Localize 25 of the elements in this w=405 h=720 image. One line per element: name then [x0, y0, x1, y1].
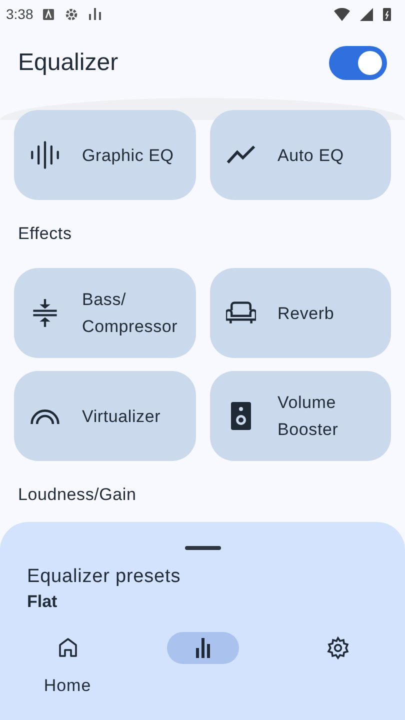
page-title: Equalizer: [18, 49, 118, 77]
section-title: Effects: [18, 224, 72, 244]
speaker-icon: [230, 402, 250, 430]
compress-icon: [30, 298, 60, 328]
effect-tile[interactable]: Reverb: [210, 268, 391, 358]
signal-icon: [360, 8, 373, 20]
nav-item[interactable]: Home: [0, 632, 135, 696]
settings-icon: [326, 636, 350, 660]
section-title: Loudness/Gain: [18, 485, 136, 505]
gear-icon: [64, 6, 80, 22]
battery-icon: [383, 7, 391, 21]
keyboard-icon: [43, 8, 54, 20]
preset-value: Flat: [27, 592, 58, 612]
bars-icon: [89, 8, 102, 20]
drag-handle[interactable]: [184, 546, 220, 550]
status-time: 3:38: [6, 6, 34, 22]
effect-tile[interactable]: Bass/ Compressor: [14, 268, 196, 358]
wifi-icon: [334, 8, 350, 20]
effect-tile[interactable]: Graphic EQ: [14, 110, 196, 200]
effect-tile[interactable]: Auto EQ: [210, 110, 391, 200]
waveform-icon: [30, 140, 60, 170]
effect-tile[interactable]: Volume Booster: [210, 371, 391, 461]
toggle-switch[interactable]: [329, 46, 387, 80]
effect-tile[interactable]: Virtualizer: [14, 371, 196, 461]
sheet-title: Equalizer presets: [27, 566, 182, 588]
